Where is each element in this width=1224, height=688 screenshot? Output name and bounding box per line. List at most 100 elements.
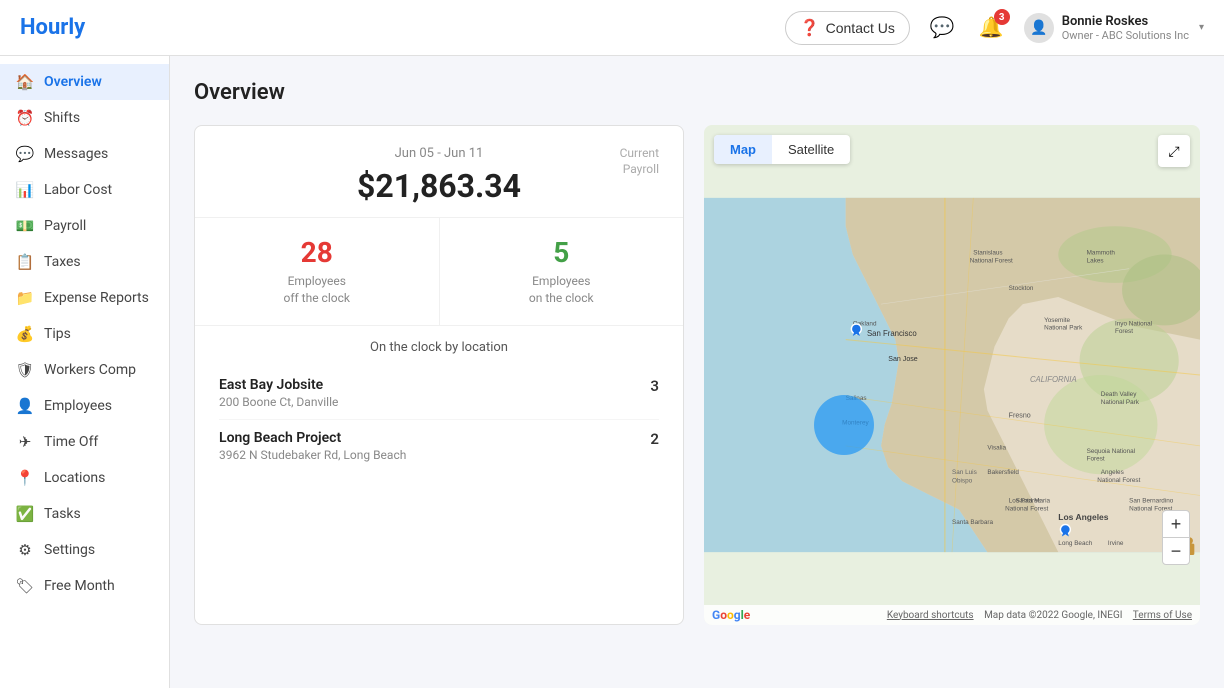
user-role: Owner - ABC Solutions Inc xyxy=(1062,29,1189,42)
sidebar-label-labor-cost: Labor Cost xyxy=(44,182,112,198)
svg-text:Inyo National: Inyo National xyxy=(1115,320,1152,327)
svg-text:Mammoth: Mammoth xyxy=(1087,250,1116,257)
sidebar-item-locations[interactable]: 📍 Locations xyxy=(0,460,169,496)
sidebar-item-shifts[interactable]: ⏰ Shifts xyxy=(0,100,169,136)
user-menu[interactable]: 👤 Bonnie Roskes Owner - ABC Solutions In… xyxy=(1024,13,1204,43)
sidebar-item-tips[interactable]: 💰 Tips xyxy=(0,316,169,352)
gear-icon: ⚙ xyxy=(16,541,34,559)
svg-text:Visalia: Visalia xyxy=(987,444,1006,451)
home-icon: 🏠 xyxy=(16,73,34,91)
terms-of-use-link[interactable]: Terms of Use xyxy=(1133,610,1192,621)
shield-icon: 🛡 xyxy=(16,361,34,379)
on-clock-by-location-title: On the clock by location xyxy=(219,340,659,355)
contact-us-label: Contact Us xyxy=(826,20,895,36)
overview-grid: CurrentPayroll Jun 05 - Jun 11 $21,863.3… xyxy=(194,125,1200,625)
clock-icon: ⏰ xyxy=(16,109,34,127)
sidebar-item-taxes[interactable]: 📋 Taxes xyxy=(0,244,169,280)
on-clock-stat: 5 Employeeson the clock xyxy=(440,218,684,325)
svg-text:Los Angeles: Los Angeles xyxy=(1058,512,1108,522)
messages-icon-button[interactable]: 💬 xyxy=(926,11,959,44)
svg-text:Sequoia National: Sequoia National xyxy=(1087,448,1135,455)
employee-stats: 28 Employeesoff the clock 5 Employeeson … xyxy=(195,218,683,326)
chat-bubble-icon: 💬 xyxy=(16,145,34,163)
svg-text:Fresno: Fresno xyxy=(1009,412,1031,420)
sidebar-item-settings[interactable]: ⚙ Settings xyxy=(0,532,169,568)
map-expand-button[interactable]: ⤢ xyxy=(1158,135,1190,167)
sidebar-item-workers-comp[interactable]: 🛡 Workers Comp xyxy=(0,352,169,388)
sidebar-label-payroll: Payroll xyxy=(44,218,86,234)
map-footer-info: Keyboard shortcuts Map data ©2022 Google… xyxy=(887,610,1192,621)
location-name: Long Beach Project xyxy=(219,430,406,446)
location-row: East Bay Jobsite 200 Boone Ct, Danville … xyxy=(219,367,659,420)
sidebar-label-settings: Settings xyxy=(44,542,95,558)
user-details: Bonnie Roskes Owner - ABC Solutions Inc xyxy=(1062,14,1189,42)
off-clock-count: 28 xyxy=(211,236,423,269)
topnav-actions: ❓ Contact Us 💬 🔔 3 👤 Bonnie Roskes Owner… xyxy=(785,11,1204,45)
coin-icon: 💰 xyxy=(16,325,34,343)
main-content: Overview CurrentPayroll Jun 05 - Jun 11 … xyxy=(170,56,1224,688)
avatar: 👤 xyxy=(1024,13,1054,43)
keyboard-shortcuts-link[interactable]: Keyboard shortcuts xyxy=(887,610,974,621)
tag-icon: 🏷 xyxy=(16,577,34,595)
zoom-out-button[interactable]: − xyxy=(1162,537,1190,565)
svg-text:San Jose: San Jose xyxy=(888,355,918,363)
off-clock-label: Employeesoff the clock xyxy=(211,273,423,307)
location-address: 200 Boone Ct, Danville xyxy=(219,395,338,409)
sidebar-item-messages[interactable]: 💬 Messages xyxy=(0,136,169,172)
sidebar-label-employees: Employees xyxy=(44,398,112,414)
sidebar-label-workers-comp: Workers Comp xyxy=(44,362,136,378)
location-count: 2 xyxy=(650,430,659,448)
svg-text:Los Padres: Los Padres xyxy=(1009,498,1041,505)
sidebar-label-overview: Overview xyxy=(44,74,102,90)
map-tab-satellite[interactable]: Satellite xyxy=(772,135,850,164)
sidebar-item-time-off[interactable]: ✈ Time Off xyxy=(0,424,169,460)
dollar-icon: 💵 xyxy=(16,217,34,235)
sidebar-item-employees[interactable]: 👤 Employees xyxy=(0,388,169,424)
sidebar-label-time-off: Time Off xyxy=(44,434,98,450)
sidebar-item-tasks[interactable]: ✅ Tasks xyxy=(0,496,169,532)
svg-text:National Forest: National Forest xyxy=(1097,477,1140,484)
user-name: Bonnie Roskes xyxy=(1062,14,1189,29)
svg-text:Death Valley: Death Valley xyxy=(1101,391,1137,398)
contact-us-button[interactable]: ❓ Contact Us xyxy=(785,11,910,45)
bar-chart-icon: 📊 xyxy=(16,181,34,199)
page-title: Overview xyxy=(194,80,1200,105)
clipboard-icon: 📋 xyxy=(16,253,34,271)
svg-text:National Forest: National Forest xyxy=(1005,505,1048,512)
topnav: Hourly ❓ Contact Us 💬 🔔 3 👤 Bonnie Roske… xyxy=(0,0,1224,56)
app-body: 🏠 Overview ⏰ Shifts 💬 Messages 📊 Labor C… xyxy=(0,56,1224,688)
sidebar-label-expense-reports: Expense Reports xyxy=(44,290,149,306)
svg-text:National Park: National Park xyxy=(1044,325,1083,332)
svg-text:Stockton: Stockton xyxy=(1009,285,1034,292)
sidebar-label-shifts: Shifts xyxy=(44,110,80,126)
person-icon: 👤 xyxy=(16,397,34,415)
sidebar-item-labor-cost[interactable]: 📊 Labor Cost xyxy=(0,172,169,208)
sidebar-item-expense-reports[interactable]: 📁 Expense Reports xyxy=(0,280,169,316)
svg-text:CALIFORNIA: CALIFORNIA xyxy=(1030,375,1077,384)
map-tab-controls: Map Satellite xyxy=(714,135,850,164)
payroll-period: Jun 05 - Jun 11 xyxy=(219,146,659,161)
pin-icon: 📍 xyxy=(16,469,34,487)
app-logo: Hourly xyxy=(20,15,85,40)
sidebar-item-overview[interactable]: 🏠 Overview xyxy=(0,64,169,100)
svg-text:Bakersfield: Bakersfield xyxy=(987,469,1019,476)
sidebar-label-free-month: Free Month xyxy=(44,578,115,594)
svg-text:Angeles: Angeles xyxy=(1101,469,1124,476)
sidebar-item-free-month[interactable]: 🏷 Free Month xyxy=(0,568,169,604)
checkmark-icon: ✅ xyxy=(16,505,34,523)
map-data-label: Map data ©2022 Google, INEGI xyxy=(984,610,1122,621)
svg-text:San Bernardino: San Bernardino xyxy=(1129,498,1174,505)
map-tab-map[interactable]: Map xyxy=(714,135,772,164)
chevron-down-icon: ▾ xyxy=(1199,22,1204,33)
sidebar-item-payroll[interactable]: 💵 Payroll xyxy=(0,208,169,244)
notifications-button[interactable]: 🔔 3 xyxy=(975,11,1008,44)
zoom-in-button[interactable]: + xyxy=(1162,510,1190,538)
sidebar-label-tips: Tips xyxy=(44,326,71,342)
map-svg: San Francisco San Jose Salinas Monterey … xyxy=(704,125,1200,625)
svg-text:San Francisco: San Francisco xyxy=(867,329,917,338)
svg-text:National Forest: National Forest xyxy=(970,257,1013,264)
notification-badge: 3 xyxy=(994,9,1010,25)
svg-text:Lakes: Lakes xyxy=(1087,257,1104,264)
help-icon: ❓ xyxy=(800,18,820,38)
svg-text:San Luis: San Luis xyxy=(952,469,977,476)
